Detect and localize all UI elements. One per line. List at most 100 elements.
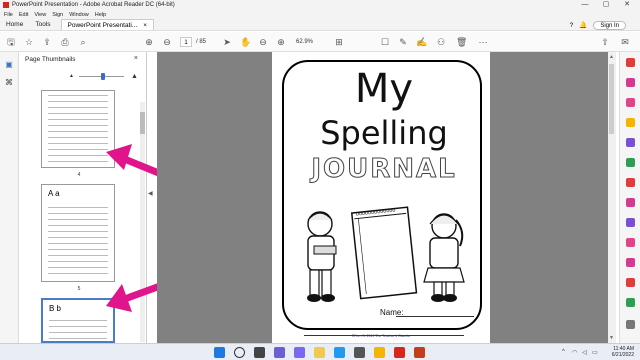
create-pdf-icon[interactable]	[626, 78, 635, 87]
document-page: My Spelling JOURNAL ooooooooooooo Name: …	[272, 52, 490, 343]
attachments-icon[interactable]: ⌘	[4, 78, 14, 88]
protect-icon[interactable]	[626, 238, 635, 247]
cursor-icon[interactable]: ➤	[222, 37, 232, 47]
search-icon[interactable]: ⌕	[78, 37, 88, 47]
wifi-icon[interactable]: ◠	[572, 349, 577, 356]
sign-in-button[interactable]: Sign In	[593, 20, 626, 30]
menu-file[interactable]: File	[4, 12, 13, 18]
print-icon[interactable]: ⎙	[60, 37, 70, 47]
email-icon[interactable]: ✉	[620, 37, 630, 47]
acrobat-app-icon	[3, 2, 9, 8]
main-toolbar: 🖫 ☆ ⇪ ⎙ ⌕ ⊕ ⊖ 1 / 85 ➤ ✋ ⊖ ⊕ 62.9% ⊞ ☐ ✎…	[0, 32, 640, 52]
windows-taskbar: ^ ◠ ◁ ▭ 11:40 AM 6/21/2022	[0, 343, 640, 360]
clock-date: 6/21/2022	[611, 352, 634, 358]
right-tools-rail	[619, 52, 640, 343]
chrome-icon[interactable]	[374, 347, 385, 358]
start-icon[interactable]	[214, 347, 225, 358]
maximize-button[interactable]: ▢	[597, 0, 615, 10]
next-page-icon[interactable]: ⊖	[162, 37, 172, 47]
document-viewer[interactable]: My Spelling JOURNAL ooooooooooooo Name: …	[157, 52, 611, 343]
task-view-icon[interactable]	[254, 347, 265, 358]
tools-settings-icon[interactable]	[626, 320, 635, 329]
send-for-signature-icon[interactable]	[626, 218, 635, 227]
file-explorer-icon[interactable]	[314, 347, 325, 358]
store-icon[interactable]	[354, 347, 365, 358]
page-title-spelling: Spelling	[320, 114, 448, 152]
large-mountain-icon: ▲	[131, 73, 138, 80]
search-taskbar-icon[interactable]	[234, 347, 245, 358]
battery-icon[interactable]: ▭	[592, 349, 598, 356]
tray-chevron-icon[interactable]: ^	[562, 349, 565, 355]
page-title-my: My	[354, 66, 414, 112]
menu-view[interactable]: View	[34, 12, 46, 18]
zoom-in-icon[interactable]: ⊕	[276, 37, 286, 47]
edit-pdf-icon[interactable]	[626, 98, 635, 107]
tab-home[interactable]: Home	[6, 21, 23, 28]
edge-icon[interactable]	[334, 347, 345, 358]
more-icon[interactable]: ⋯	[478, 37, 488, 47]
fit-page-icon[interactable]: ⊞	[334, 37, 344, 47]
help-icon[interactable]: ?	[570, 22, 574, 29]
close-window-button[interactable]: ✕	[618, 0, 636, 10]
taskbar-clock[interactable]: 11:40 AM 6/21/2022	[612, 346, 634, 358]
page-title-journal: JOURNAL	[311, 154, 457, 185]
stamp-icon[interactable]: ⚇	[436, 37, 446, 47]
menu-window[interactable]: Window	[69, 12, 89, 18]
sign-icon[interactable]: ✍	[416, 37, 427, 47]
title-bar: PowerPoint Presentation - Adobe Acrobat …	[0, 0, 640, 10]
menu-help[interactable]: Help	[95, 12, 106, 18]
combine-files-icon[interactable]	[626, 138, 635, 147]
close-tab-icon[interactable]: ×	[143, 22, 147, 29]
slider-knob[interactable]	[101, 73, 105, 80]
collapse-panel-icon[interactable]: ◀	[148, 190, 153, 197]
zoom-out-icon[interactable]: ⊖	[258, 37, 268, 47]
window-title: PowerPoint Presentation - Adobe Acrobat …	[12, 2, 175, 8]
document-tab-label: PowerPoint Presentati...	[67, 21, 138, 29]
organize-pages-icon[interactable]	[626, 158, 635, 167]
thumb-letter-b: B b	[49, 304, 62, 313]
menu-edit[interactable]: Edit	[19, 12, 28, 18]
scroll-up-icon[interactable]: ▲	[609, 54, 614, 60]
page-border: My Spelling JOURNAL ooooooooooooo Name:	[282, 60, 482, 336]
acrobat-taskbar-icon[interactable]	[394, 347, 405, 358]
more-tools-icon[interactable]	[626, 278, 635, 287]
left-rail: ▣ ⌘	[0, 52, 19, 343]
pen-icon[interactable]: ✎	[398, 37, 408, 47]
document-scrollbar[interactable]: ▲ ▼	[608, 52, 616, 343]
widgets-icon[interactable]	[274, 347, 285, 358]
save-icon[interactable]: 🖫	[6, 37, 16, 47]
tab-bar: Home Tools PowerPoint Presentati... × ? …	[0, 19, 640, 31]
comment-icon[interactable]: ☐	[380, 37, 390, 47]
page-count: / 85	[196, 39, 207, 45]
zoom-select[interactable]: 62.9%	[296, 37, 322, 47]
export-pdf-icon[interactable]	[626, 58, 635, 67]
scan-ocr-icon[interactable]	[626, 298, 635, 307]
share-icon[interactable]: ⇧	[600, 37, 610, 47]
volume-icon[interactable]: ◁	[582, 349, 587, 356]
menu-sign[interactable]: Sign	[52, 12, 63, 18]
prev-page-icon[interactable]: ⊕	[144, 37, 154, 47]
fill-sign-icon[interactable]	[626, 198, 635, 207]
powerpoint-icon[interactable]	[414, 347, 425, 358]
close-panel-icon[interactable]: ×	[134, 55, 138, 62]
notification-bell-icon[interactable]: 🔔	[579, 21, 587, 29]
thumb-letter-a: A a	[48, 189, 60, 198]
document-scroll-thumb[interactable]	[609, 64, 614, 134]
thumbnail-size-slider[interactable]: ▲ ▲	[69, 72, 139, 80]
redact-icon[interactable]	[626, 258, 635, 267]
thumbnail-scroll-thumb[interactable]	[140, 112, 145, 134]
tab-tools[interactable]: Tools	[35, 21, 50, 28]
page-number-input[interactable]: 1	[180, 37, 192, 47]
hand-icon[interactable]: ✋	[240, 37, 251, 47]
name-line	[396, 316, 474, 317]
page-thumbnails-icon[interactable]: ▣	[4, 60, 14, 70]
tab-document[interactable]: PowerPoint Presentati... ×	[60, 19, 155, 30]
upload-icon[interactable]: ⇪	[42, 37, 52, 47]
delete-icon[interactable]: 🗑	[456, 37, 467, 47]
chat-icon[interactable]	[294, 347, 305, 358]
comment-tool-icon[interactable]	[626, 118, 635, 127]
minimize-button[interactable]: —	[576, 0, 594, 10]
scroll-down-icon[interactable]: ▼	[609, 335, 614, 341]
bookmark-icon[interactable]: ☆	[24, 37, 34, 47]
compress-pdf-icon[interactable]	[626, 178, 635, 187]
